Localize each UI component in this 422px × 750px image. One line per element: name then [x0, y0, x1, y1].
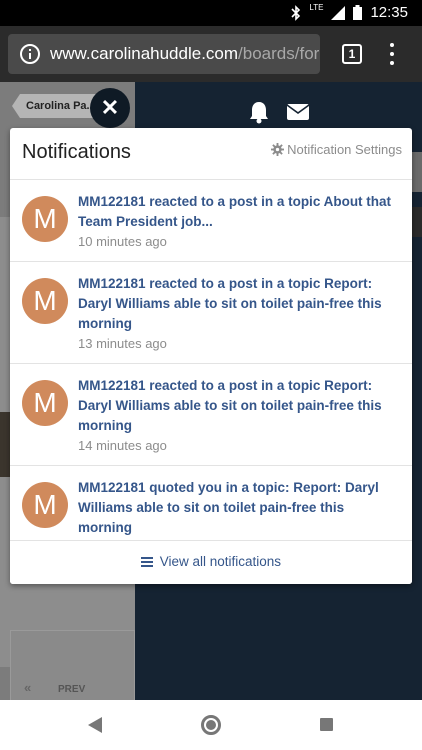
gear-icon [271, 143, 285, 156]
notification-item[interactable]: M MM122181 reacted to a post in a topic … [10, 364, 412, 466]
notifications-list: M MM122181 reacted to a post in a topic … [10, 180, 412, 540]
url-domain: www.carolinahuddle.com [50, 44, 239, 63]
home-icon[interactable] [201, 715, 221, 735]
notifications-panel: Notifications Notification Settings M MM… [10, 128, 412, 584]
notification-time: 14 minutes ago [78, 438, 167, 453]
signal-icon [331, 5, 346, 20]
notification-time: 10 minutes ago [78, 234, 167, 249]
prev-link[interactable]: « PREV [24, 680, 85, 695]
avatar[interactable]: M [22, 482, 68, 528]
web-content: Carolina Pa... « PREV ✕ Notifications No… [0, 82, 422, 700]
notifications-header: Notifications Notification Settings [10, 128, 412, 180]
prev-label: PREV [58, 684, 86, 695]
mail-icon[interactable] [287, 104, 309, 120]
avatar[interactable]: M [22, 278, 68, 324]
notification-text[interactable]: MM122181 reacted to a post in a topic Re… [78, 274, 400, 334]
browser-toolbar: www.carolinahuddle.com/boards/for 1 [0, 26, 422, 82]
notification-time: 13 minutes ago [78, 336, 167, 351]
bluetooth-icon [291, 4, 301, 21]
notification-item[interactable]: M MM122181 reacted to a post in a topic … [10, 180, 412, 262]
notification-item[interactable]: M MM122181 reacted to a post in a topic … [10, 262, 412, 364]
site-info-icon[interactable] [20, 44, 40, 64]
avatar[interactable]: M [22, 380, 68, 426]
tab-switcher-button[interactable]: 1 [342, 44, 362, 64]
notification-text[interactable]: MM122181 reacted to a post in a topic Re… [78, 376, 400, 436]
status-time: 12:35 [370, 4, 408, 21]
close-button[interactable]: ✕ [90, 88, 130, 128]
browser-menu-icon[interactable] [390, 43, 394, 65]
view-all-label: View all notifications [159, 554, 282, 569]
url-path: /boards/for [238, 44, 320, 63]
battery-icon [353, 5, 363, 20]
status-bar: LTE 12:35 [0, 0, 422, 26]
notification-text[interactable]: MM122181 quoted you in a topic: Report: … [78, 478, 400, 538]
status-icons: LTE 12:35 [291, 3, 408, 21]
view-all-notifications-link[interactable]: View all notifications [10, 540, 412, 584]
recent-apps-icon[interactable] [320, 718, 333, 731]
notification-text[interactable]: MM122181 reacted to a post in a topic Ab… [78, 192, 400, 232]
breadcrumb-tag[interactable]: Carolina Pa... [12, 94, 100, 118]
notification-settings-label: Notification Settings [287, 142, 402, 157]
notification-item[interactable]: M MM122181 quoted you in a topic: Report… [10, 466, 412, 540]
bell-icon[interactable] [248, 100, 270, 124]
back-icon[interactable] [88, 717, 102, 733]
network-type-label: LTE [309, 3, 324, 12]
avatar[interactable]: M [22, 196, 68, 242]
prev-chevron-icon: « [24, 680, 32, 695]
notifications-title: Notifications [22, 141, 131, 163]
system-nav-bar [0, 700, 422, 750]
notification-settings-link[interactable]: Notification Settings [271, 142, 402, 157]
list-icon [140, 557, 153, 568]
address-bar[interactable]: www.carolinahuddle.com/boards/for [8, 34, 320, 74]
url-text[interactable]: www.carolinahuddle.com/boards/for [50, 44, 319, 64]
